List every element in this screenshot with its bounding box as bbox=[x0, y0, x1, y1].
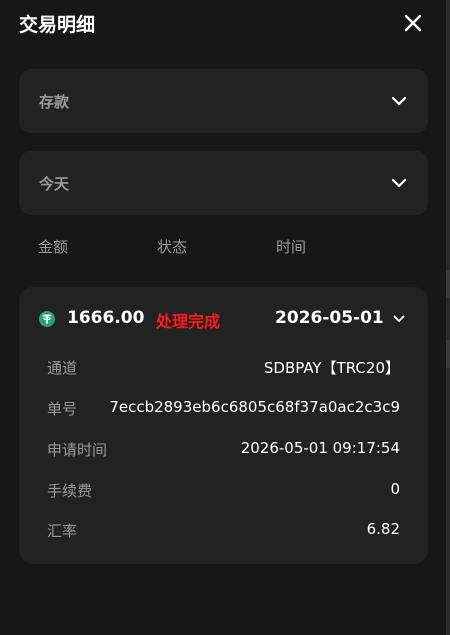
transaction-type-select[interactable]: 存款 bbox=[19, 69, 428, 133]
page-title: 交易明细 bbox=[19, 14, 96, 36]
column-header-status: 状态 bbox=[157, 238, 188, 256]
detail-label: 单号 bbox=[47, 400, 78, 418]
detail-value: SDBPAY【TRC20】 bbox=[263, 359, 400, 377]
chevron-down-icon bbox=[391, 311, 407, 327]
date-range-select[interactable]: 今天 bbox=[19, 151, 428, 215]
detail-row-request-time: 申请时间 2026-05-01 09:17:54 bbox=[47, 439, 400, 461]
detail-label: 手续费 bbox=[47, 482, 93, 500]
chevron-down-icon bbox=[390, 92, 408, 110]
detail-label: 通道 bbox=[47, 359, 78, 377]
detail-row-exchange-rate: 汇率 6.82 bbox=[47, 520, 400, 542]
panel-header: 交易明细 bbox=[0, 0, 446, 46]
close-button[interactable] bbox=[400, 10, 426, 36]
usdt-tether-icon bbox=[39, 311, 55, 327]
column-headers: 金额 状态 时间 bbox=[0, 236, 446, 258]
detail-label: 申请时间 bbox=[47, 441, 108, 459]
detail-value: 7eccb2893eb6c6805c68f37a0ac2c3c9 bbox=[109, 398, 400, 416]
detail-label: 汇率 bbox=[47, 522, 78, 540]
column-header-amount: 金额 bbox=[38, 238, 69, 256]
chevron-down-icon bbox=[390, 174, 408, 192]
detail-row-order-number: 单号 7eccb2893eb6c6805c68f37a0ac2c3c9 bbox=[47, 398, 400, 420]
transaction-type-value: 存款 bbox=[39, 92, 70, 111]
transaction-details-panel: 交易明细 存款 今天 金额 状态 时间 1666.00 处理完成 2026-05… bbox=[0, 0, 446, 635]
date-range-value: 今天 bbox=[39, 174, 70, 193]
panel-edge bbox=[446, 0, 450, 635]
detail-row-channel: 通道 SDBPAY【TRC20】 bbox=[47, 357, 400, 379]
record-date: 2026-05-01 bbox=[275, 308, 384, 328]
background-page-hint bbox=[446, 340, 450, 368]
background-page-hint bbox=[446, 270, 450, 298]
transaction-record-card: 1666.00 处理完成 2026-05-01 通道 SDBPAY【TRC20】… bbox=[19, 287, 428, 564]
record-amount: 1666.00 bbox=[67, 308, 145, 328]
detail-value: 6.82 bbox=[366, 520, 400, 538]
close-icon bbox=[404, 14, 422, 32]
detail-row-fee: 手续费 0 bbox=[47, 480, 400, 502]
detail-value: 0 bbox=[390, 480, 400, 498]
status-badge: 处理完成 bbox=[156, 312, 221, 331]
detail-value: 2026-05-01 09:17:54 bbox=[240, 439, 400, 457]
record-summary-toggle[interactable]: 1666.00 处理完成 2026-05-01 bbox=[19, 287, 428, 351]
column-header-time: 时间 bbox=[276, 238, 307, 256]
